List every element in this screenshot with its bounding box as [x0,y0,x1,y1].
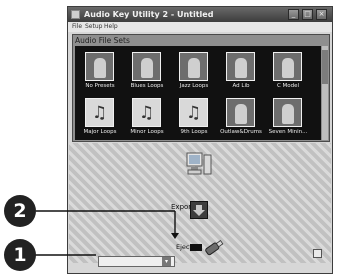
callout-2: 2 [4,195,36,227]
callout-2-arrowhead [171,233,179,239]
callout-1: 1 [4,239,36,271]
callout-lines [34,210,179,256]
